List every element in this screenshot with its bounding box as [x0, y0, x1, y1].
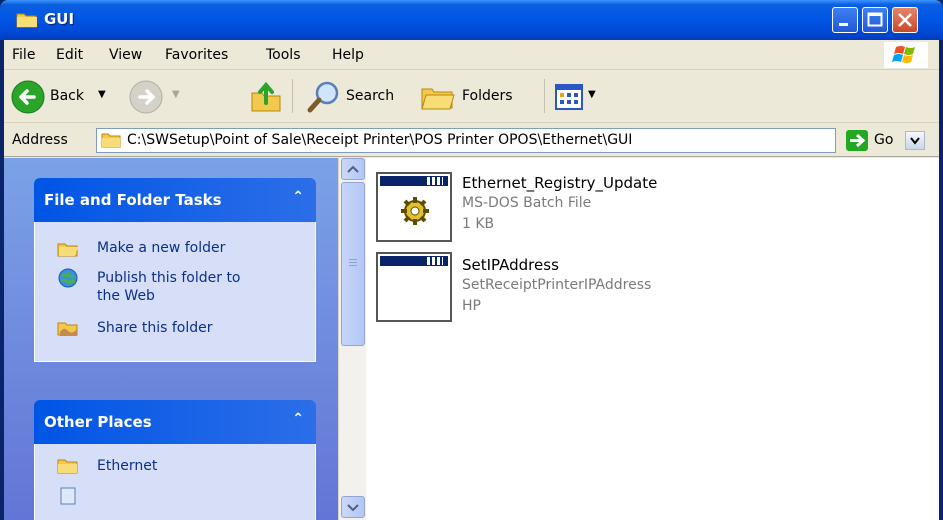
up-folder-button[interactable]	[248, 79, 284, 115]
back-button[interactable]: Back ▼	[10, 79, 122, 115]
title-bar[interactable]: GUI	[0, 0, 943, 40]
file-size: 1 KB	[462, 216, 495, 232]
vertical-scrollbar[interactable]	[338, 158, 366, 520]
chevron-down-icon	[347, 504, 359, 512]
scroll-grip	[349, 259, 357, 260]
share-folder-link[interactable]: Share this folder	[97, 319, 213, 337]
forward-arrow-icon	[129, 80, 163, 114]
go-arrow-icon	[850, 133, 866, 148]
views-dropdown-icon[interactable]: ▼	[588, 89, 596, 100]
chevron-down-icon	[910, 137, 920, 145]
file-folder-tasks-panel: Make a new folder Publish this folder to…	[34, 222, 316, 362]
file-description: SetReceiptPrinterIPAddress	[462, 277, 652, 293]
window-title: GUI	[44, 10, 75, 28]
folders-button[interactable]: Folders	[418, 79, 530, 115]
publish-folder-link[interactable]: Publish this folder to	[97, 269, 241, 287]
search-icon	[307, 81, 339, 113]
toolbar-separator	[292, 79, 293, 113]
file-folder-tasks-title: File and Folder Tasks	[44, 191, 222, 209]
folder-icon	[16, 13, 37, 28]
other-places-panel: Ethernet	[34, 444, 316, 520]
explorer-window: GUI File Edit View Favorites Tools Help	[0, 0, 943, 520]
file-type: MS-DOS Batch File	[462, 195, 592, 211]
folder-icon	[101, 133, 121, 148]
gear-icon	[401, 197, 429, 225]
minimize-button[interactable]	[832, 7, 858, 33]
back-dropdown-icon[interactable]: ▼	[98, 89, 106, 100]
menu-edit[interactable]: Edit	[56, 47, 83, 63]
menu-file[interactable]: File	[12, 47, 35, 63]
scroll-down-button[interactable]	[341, 496, 365, 518]
close-button[interactable]	[892, 7, 918, 33]
other-place-ethernet-link[interactable]: Ethernet	[97, 457, 157, 475]
publish-folder-link-line2[interactable]: the Web	[97, 287, 155, 305]
chevron-up-icon	[347, 165, 359, 173]
file-list: Ethernet_Registry_Update MS-DOS Batch Fi…	[366, 158, 939, 520]
make-new-folder-link[interactable]: Make a new folder	[97, 239, 225, 257]
address-input[interactable]: C:\SWSetup\Point of Sale\Receipt Printer…	[96, 128, 925, 153]
toolbar-separator	[544, 79, 545, 113]
collapse-chevron-icon[interactable]: ⌃	[292, 411, 304, 427]
back-label: Back	[50, 88, 84, 104]
folders-label: Folders	[462, 88, 513, 104]
list-item[interactable]: SetIPAddress SetReceiptPrinterIPAddress …	[366, 250, 939, 342]
windows-logo	[884, 42, 928, 68]
scroll-up-button[interactable]	[341, 158, 365, 180]
other-places-title: Other Places	[44, 413, 152, 431]
window-client: File Edit View Favorites Tools Help Back…	[4, 40, 939, 520]
application-window-icon	[376, 252, 452, 322]
file-folder-tasks-header[interactable]: File and Folder Tasks ⌃	[34, 178, 316, 222]
folders-icon	[421, 88, 455, 110]
scroll-thumb[interactable]	[341, 182, 365, 346]
forward-button[interactable]: ▼	[128, 79, 192, 115]
close-icon	[898, 13, 912, 27]
menu-view[interactable]: View	[109, 47, 142, 63]
forward-dropdown-icon[interactable]: ▼	[172, 89, 180, 100]
collapse-chevron-icon[interactable]: ⌃	[292, 189, 304, 205]
menu-tools[interactable]: Tools	[266, 47, 301, 63]
menu-favorites[interactable]: Favorites	[165, 47, 228, 63]
go-button[interactable]	[846, 130, 868, 151]
address-label: Address	[12, 132, 68, 148]
scroll-grip	[349, 265, 357, 266]
share-folder-icon	[57, 322, 78, 336]
up-folder-icon	[251, 81, 281, 112]
toolbar: Back ▼ ▼ Search Folders ▼	[4, 71, 939, 123]
other-places-header[interactable]: Other Places ⌃	[34, 400, 316, 444]
search-button[interactable]: Search	[306, 79, 408, 115]
file-name: SetIPAddress	[462, 256, 559, 274]
views-icon	[555, 84, 583, 110]
batch-file-icon	[376, 172, 452, 242]
menu-help[interactable]: Help	[332, 47, 364, 63]
file-company: HP	[462, 298, 481, 314]
maximize-icon	[867, 12, 883, 27]
address-bar: Address C:\SWSetup\Point of Sale\Receipt…	[4, 124, 939, 157]
documents-icon	[60, 487, 76, 505]
task-pane: File and Folder Tasks ⌃ Make a new folde…	[4, 158, 338, 520]
folder-icon	[57, 459, 78, 474]
address-path: C:\SWSetup\Point of Sale\Receipt Printer…	[127, 132, 633, 148]
go-label[interactable]: Go	[874, 132, 893, 148]
maximize-button[interactable]	[862, 7, 888, 33]
minimize-icon	[839, 23, 848, 26]
back-arrow-icon	[11, 80, 45, 114]
new-folder-icon	[57, 243, 78, 257]
address-dropdown-button[interactable]	[905, 131, 925, 150]
publish-web-icon	[58, 268, 78, 288]
file-name: Ethernet_Registry_Update	[462, 174, 658, 192]
views-button[interactable]: ▼	[554, 79, 604, 115]
list-item[interactable]: Ethernet_Registry_Update MS-DOS Batch Fi…	[366, 158, 939, 250]
scroll-grip	[349, 262, 357, 263]
search-label: Search	[346, 88, 395, 104]
menu-bar: File Edit View Favorites Tools Help	[4, 40, 939, 70]
